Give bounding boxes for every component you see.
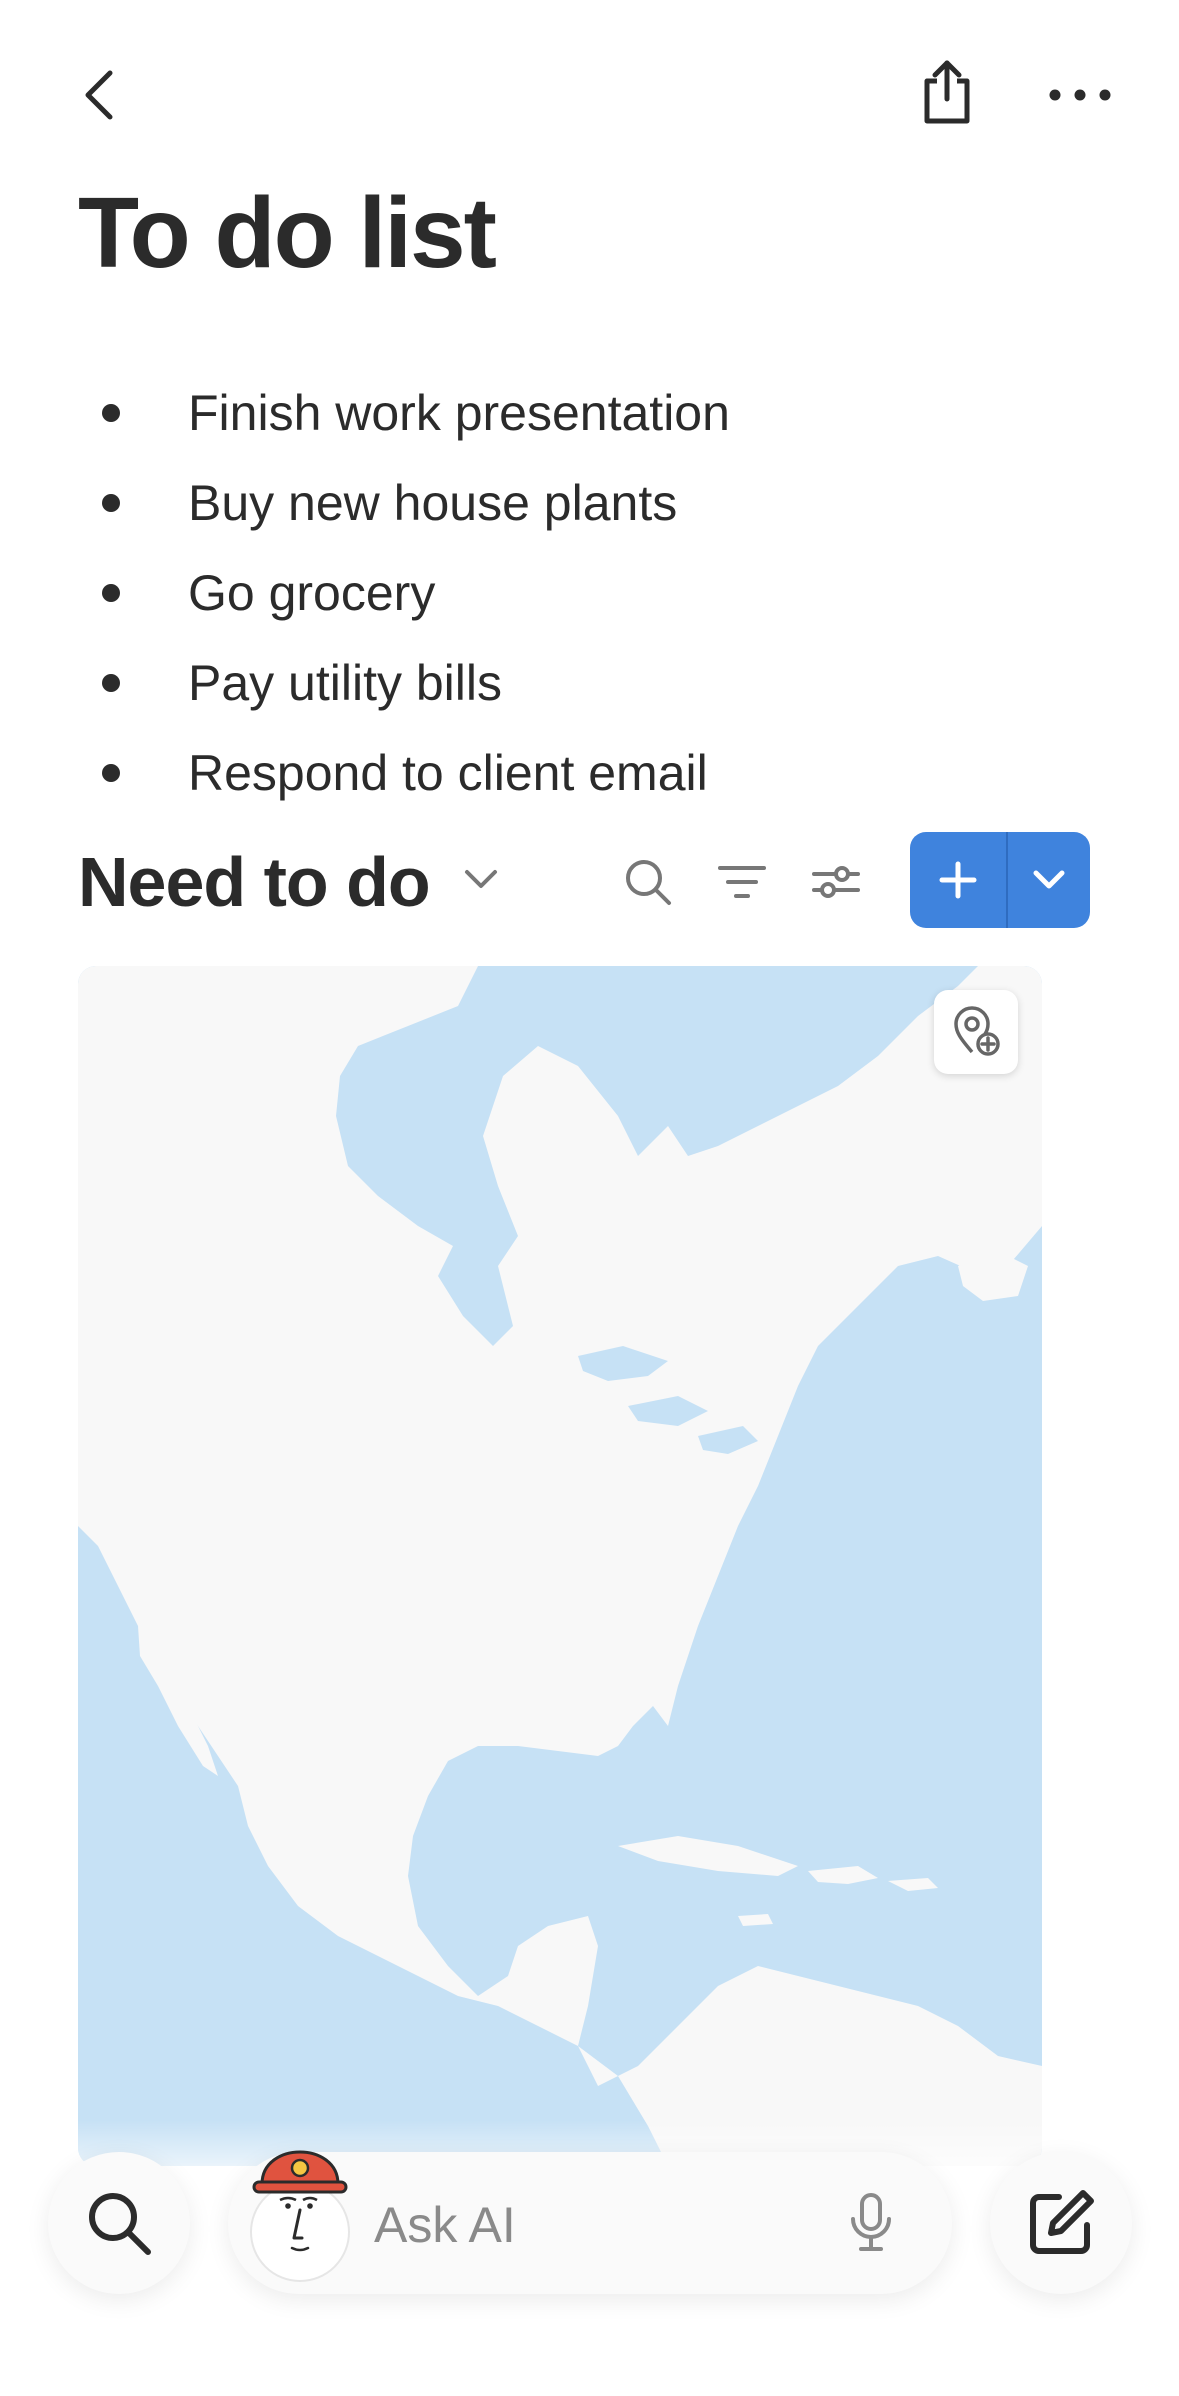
ai-avatar xyxy=(250,2150,350,2282)
chevron-down-icon xyxy=(1033,870,1065,889)
chevron-left-icon xyxy=(85,70,113,120)
new-item-button[interactable] xyxy=(910,832,1006,928)
bullet-icon xyxy=(102,584,120,602)
share-icon xyxy=(924,60,970,124)
filter-button[interactable] xyxy=(710,850,774,914)
sliders-icon xyxy=(812,866,860,898)
north-america-map xyxy=(78,966,1042,2166)
back-button[interactable] xyxy=(70,60,130,130)
list-item[interactable]: Finish work presentation xyxy=(78,368,730,458)
ask-ai-bar[interactable]: Ask AI xyxy=(228,2150,952,2294)
microphone-icon xyxy=(851,2193,891,2251)
bullet-icon xyxy=(102,764,120,782)
ai-avatar-icon xyxy=(252,2150,348,2252)
search-button[interactable] xyxy=(616,850,680,914)
list-item-text: Respond to client email xyxy=(188,745,708,801)
ask-ai-placeholder: Ask AI xyxy=(374,2197,516,2253)
todo-list: Finish work presentation Buy new house p… xyxy=(78,368,730,818)
chevron-down-icon xyxy=(465,870,497,888)
list-item-text: Go grocery xyxy=(188,565,436,621)
map-view[interactable] xyxy=(78,966,1042,2166)
bullet-icon xyxy=(102,674,120,692)
search-button[interactable] xyxy=(48,2152,190,2294)
top-bar xyxy=(0,0,1179,190)
page-title: To do list xyxy=(78,177,497,289)
list-item[interactable]: Go grocery xyxy=(78,548,730,638)
search-icon xyxy=(89,2193,151,2255)
search-icon xyxy=(626,860,671,905)
list-item[interactable]: Buy new house plants xyxy=(78,458,730,548)
list-item-text: Pay utility bills xyxy=(188,655,502,711)
list-item[interactable]: Pay utility bills xyxy=(78,638,730,728)
list-item-text: Finish work presentation xyxy=(188,385,730,441)
share-button[interactable] xyxy=(912,52,982,132)
new-item-split-button xyxy=(910,832,1090,928)
view-title[interactable]: Need to do xyxy=(78,842,431,922)
view-dropdown-button[interactable] xyxy=(456,854,506,904)
bullet-icon xyxy=(102,404,120,422)
list-item-text: Buy new house plants xyxy=(188,475,678,531)
compose-icon xyxy=(1030,2190,1094,2254)
more-icon xyxy=(1049,89,1111,101)
bullet-icon xyxy=(102,494,120,512)
database-header: Need to do xyxy=(78,832,1098,932)
more-button[interactable] xyxy=(1040,70,1120,120)
add-location-button[interactable] xyxy=(934,990,1018,1074)
filter-icon xyxy=(718,866,766,898)
settings-button[interactable] xyxy=(804,850,868,914)
plus-icon xyxy=(939,861,977,899)
location-plus-icon xyxy=(954,1006,1000,1056)
new-item-menu-button[interactable] xyxy=(1008,832,1090,928)
list-item[interactable]: Respond to client email xyxy=(78,728,730,818)
compose-button[interactable] xyxy=(990,2152,1132,2294)
microphone-button[interactable] xyxy=(836,2188,906,2258)
